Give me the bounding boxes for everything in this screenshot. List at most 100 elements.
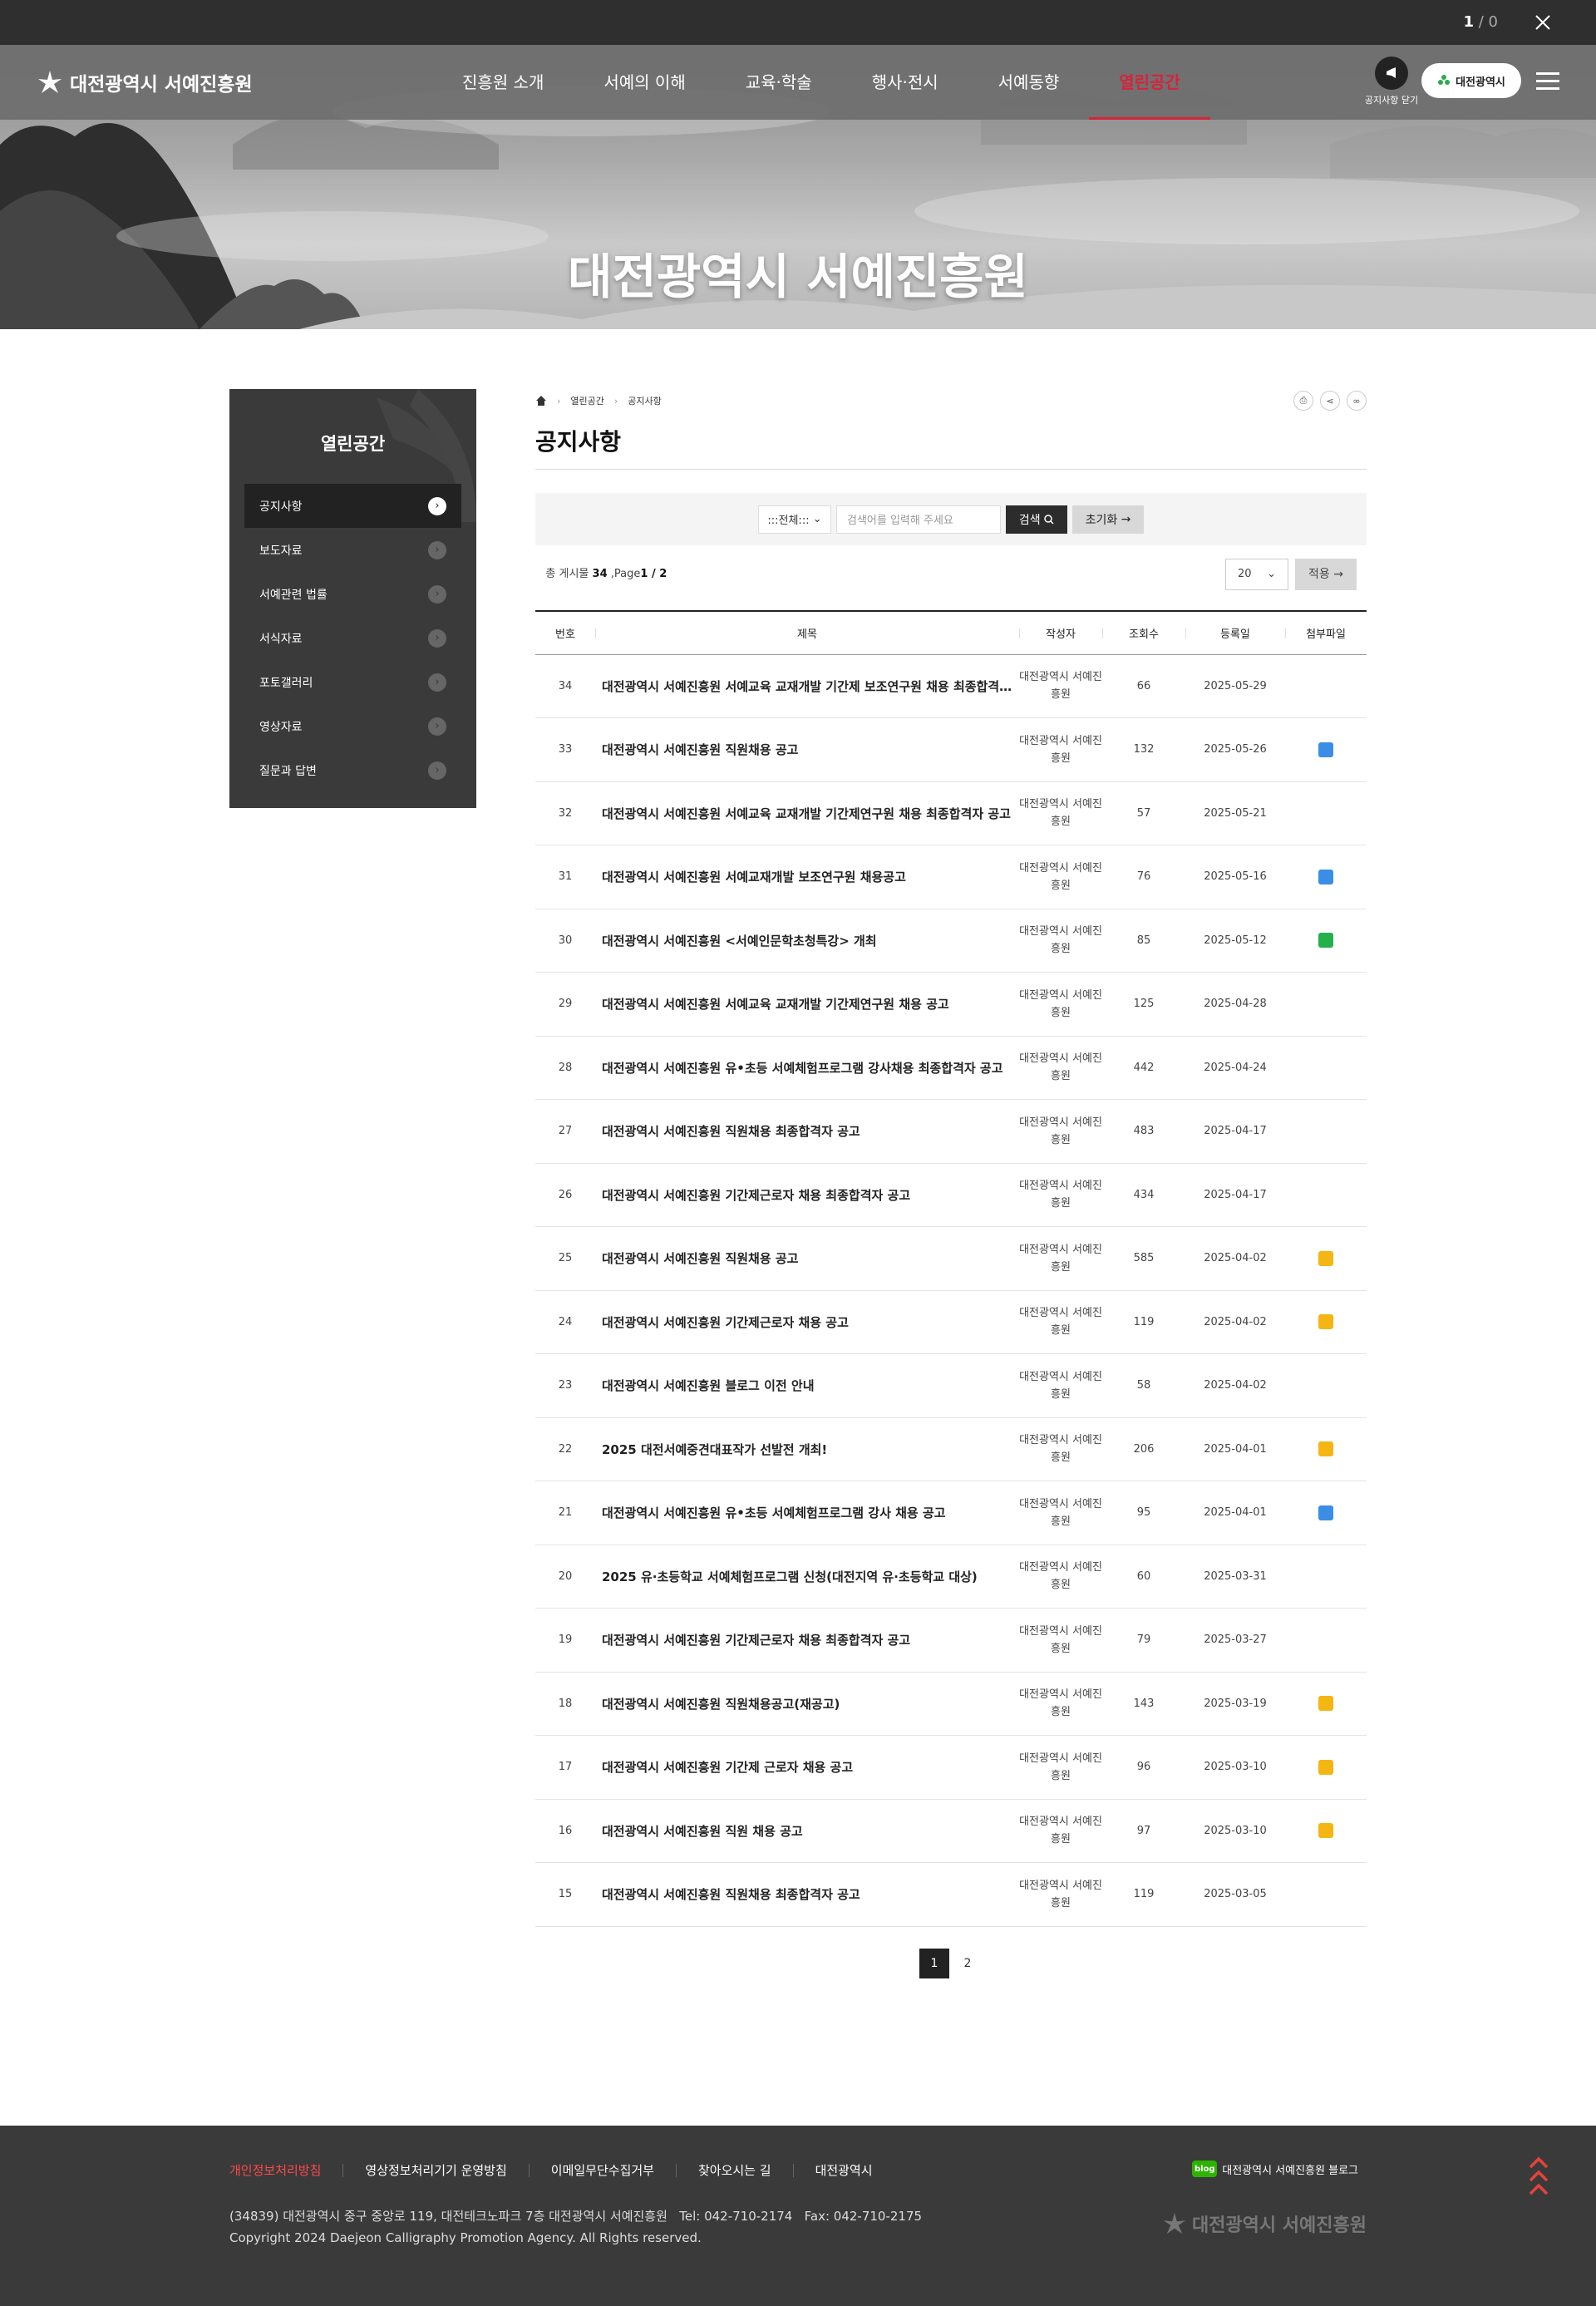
footer-link-directions[interactable]: 찾아오시는 길 [675, 2164, 793, 2177]
close-icon[interactable] [1531, 11, 1554, 34]
rows-per-page-select[interactable]: 20 ⌄ [1225, 559, 1288, 590]
blog-link[interactable]: blog 대전광역시 서예진흥원 블로그 [1192, 2161, 1358, 2177]
table-row[interactable]: 30 대전광역시 서예진흥원 <서예인문학초청특강> 개최 대전광역시 서예진흥원 8… [535, 909, 1367, 973]
row-views: 585 [1102, 1226, 1185, 1291]
footer-link-privacy[interactable]: 개인정보처리방침 [229, 2164, 342, 2177]
doc-file-icon[interactable] [1318, 1823, 1333, 1839]
hwp-file-icon[interactable] [1318, 742, 1333, 757]
row-views: 85 [1102, 909, 1185, 973]
table-row[interactable]: 28 대전광역시 서예진흥원 유•초등 서예체험프로그램 강사채용 최종합격자 공… [535, 1036, 1367, 1100]
nav-item-trends[interactable]: 서예동향 [968, 45, 1090, 120]
reset-button[interactable]: 초기화 → [1072, 505, 1144, 534]
share-icon[interactable]: ⋖ [1320, 391, 1340, 411]
nav-item-about[interactable]: 진흥원 소개 [432, 45, 574, 120]
nav-item-events[interactable]: 행사·전시 [842, 45, 968, 120]
xls-file-icon[interactable] [1318, 933, 1333, 949]
breadcrumb-item[interactable]: 열린공간 [570, 394, 603, 407]
side-nav-item-photo[interactable]: 포토갤러리 › [244, 660, 461, 704]
table-row[interactable]: 27 대전광역시 서예진흥원 직원채용 최종합격자 공고 대전광역시 서예진흥원 48… [535, 1099, 1367, 1164]
doc-file-icon[interactable] [1318, 1250, 1333, 1266]
doc-file-icon[interactable] [1318, 1759, 1333, 1775]
side-nav-item-notice[interactable]: 공지사항 › [244, 484, 461, 528]
table-row[interactable]: 23 대전광역시 서예진흥원 블로그 이전 안내 대전광역시 서예진흥원 58 2025… [535, 1353, 1367, 1418]
row-title[interactable]: 대전광역시 서예진흥원 직원채용 공고 [595, 717, 1019, 782]
side-nav-item-forms[interactable]: 서식자료 › [244, 616, 461, 660]
list-info: 총 게시물 34 ,Page1 / 2 20 ⌄ 적용 → [535, 559, 1367, 590]
link-icon[interactable]: ∞ [1347, 391, 1367, 411]
print-icon[interactable]: ⎙ [1293, 391, 1313, 411]
row-title[interactable]: 대전광역시 서예진흥원 서예교육 교재개발 기간제연구원 채용 공고 [595, 972, 1019, 1037]
side-nav-item-press[interactable]: 보도자료 › [244, 528, 461, 572]
row-title[interactable]: 대전광역시 서예진흥원 서예교육 교재개발 기간제 보조연구원 채용 최종합격자… [595, 654, 1019, 718]
row-title[interactable]: 대전광역시 서예진흥원 블로그 이전 안내 [595, 1353, 1019, 1418]
row-title[interactable]: 대전광역시 서예진흥원 기간제근로자 채용 최종합격자 공고 [595, 1163, 1019, 1227]
table-row[interactable]: 22 2025 대전서예중견대표작가 선발전 개최! 대전광역시 서예진흥원 206 2… [535, 1417, 1367, 1481]
table-row[interactable]: 32 대전광역시 서예진흥원 서예교육 교재개발 기간제연구원 채용 최종합격자 … [535, 781, 1367, 845]
row-title[interactable]: 대전광역시 서예진흥원 직원채용 공고 [595, 1226, 1019, 1291]
nav-item-understanding[interactable]: 서예의 이해 [574, 45, 715, 120]
doc-file-icon[interactable] [1318, 1314, 1333, 1330]
table-row[interactable]: 33 대전광역시 서예진흥원 직원채용 공고 대전광역시 서예진흥원 132 2025-… [535, 717, 1367, 782]
col-header-no: 번호 [535, 611, 595, 655]
row-title[interactable]: 대전광역시 서예진흥원 기간제근로자 채용 최종합격자 공고 [595, 1608, 1019, 1673]
notice-close-button[interactable]: 공지사항 닫기 [1358, 57, 1425, 106]
row-writer: 대전광역시 서예진흥원 [1019, 1353, 1102, 1418]
hwp-file-icon[interactable] [1318, 869, 1333, 884]
doc-file-icon[interactable] [1318, 1441, 1333, 1457]
table-row[interactable]: 26 대전광역시 서예진흥원 기간제근로자 채용 최종합격자 공고 대전광역시 서예… [535, 1163, 1367, 1227]
total-count: 34 [592, 568, 608, 580]
row-title[interactable]: 대전광역시 서예진흥원 유•초등 서예체험프로그램 강사 채용 공고 [595, 1481, 1019, 1545]
apply-button[interactable]: 적용 → [1295, 559, 1357, 590]
table-row[interactable]: 16 대전광역시 서예진흥원 직원 채용 공고 대전광역시 서예진흥원 97 2025-… [535, 1799, 1367, 1863]
page-button[interactable]: 1 [919, 1948, 949, 1978]
table-row[interactable]: 24 대전광역시 서예진흥원 기간제근로자 채용 공고 대전광역시 서예진흥원 119… [535, 1290, 1367, 1354]
row-writer: 대전광역시 서예진흥원 [1019, 781, 1102, 845]
row-title[interactable]: 대전광역시 서예진흥원 유•초등 서예체험프로그램 강사채용 최종합격자 공고 [595, 1036, 1019, 1100]
page-button[interactable]: 2 [953, 1949, 983, 1978]
home-icon[interactable] [535, 395, 547, 407]
site-logo[interactable]: 대전광역시 서예진흥원 [37, 68, 253, 96]
table-row[interactable]: 21 대전광역시 서예진흥원 유•초등 서예체험프로그램 강사 채용 공고 대전광역… [535, 1481, 1367, 1545]
row-title[interactable]: 대전광역시 서예진흥원 기간제근로자 채용 공고 [595, 1290, 1019, 1354]
doc-file-icon[interactable] [1318, 1696, 1333, 1712]
search-category-select[interactable]: :::전체::: ⌄ [758, 505, 831, 534]
table-row[interactable]: 25 대전광역시 서예진흥원 직원채용 공고 대전광역시 서예진흥원 585 2025-… [535, 1226, 1367, 1291]
table-row[interactable]: 17 대전광역시 서예진흥원 기간제 근로자 채용 공고 대전광역시 서예진흥원 96… [535, 1735, 1367, 1800]
row-attachment [1285, 909, 1367, 973]
row-title[interactable]: 2025 유·초등학교 서예체험프로그램 신청(대전지역 유·초등학교 대상) [595, 1545, 1019, 1609]
table-row[interactable]: 18 대전광역시 서예진흥원 직원채용공고(재공고) 대전광역시 서예진흥원 143 2… [535, 1672, 1367, 1736]
table-row[interactable]: 29 대전광역시 서예진흥원 서예교육 교재개발 기간제연구원 채용 공고 대전광역… [535, 972, 1367, 1037]
footer-link-daejeon[interactable]: 대전광역시 [792, 2164, 894, 2177]
row-title[interactable]: 대전광역시 서예진흥원 서예교재개발 보조연구원 채용공고 [595, 845, 1019, 909]
row-title[interactable]: 대전광역시 서예진흥원 서예교육 교재개발 기간제연구원 채용 최종합격자 공고 [595, 781, 1019, 845]
row-title[interactable]: 대전광역시 서예진흥원 기간제 근로자 채용 공고 [595, 1735, 1019, 1800]
side-nav-item-video[interactable]: 영상자료 › [244, 704, 461, 748]
row-number: 27 [535, 1099, 595, 1164]
side-nav-item-law[interactable]: 서예관련 법률 › [244, 572, 461, 616]
row-title[interactable]: 대전광역시 서예진흥원 직원채용 최종합격자 공고 [595, 1099, 1019, 1164]
table-row[interactable]: 15 대전광역시 서예진흥원 직원채용 최종합격자 공고 대전광역시 서예진흥원 11… [535, 1862, 1367, 1927]
nav-item-open-space[interactable]: 열린공간 [1089, 45, 1210, 120]
table-row[interactable]: 31 대전광역시 서예진흥원 서예교재개발 보조연구원 채용공고 대전광역시 서예진… [535, 845, 1367, 909]
row-title[interactable]: 2025 대전서예중견대표작가 선발전 개최! [595, 1417, 1019, 1481]
row-title[interactable]: 대전광역시 서예진흥원 직원채용공고(재공고) [595, 1672, 1019, 1736]
row-attachment [1285, 1036, 1367, 1100]
footer-link-email[interactable]: 이메일무단수집거부 [528, 2164, 676, 2177]
nav-item-education[interactable]: 교육·학술 [716, 45, 842, 120]
row-title[interactable]: 대전광역시 서예진흥원 직원채용 최종합격자 공고 [595, 1862, 1019, 1927]
footer-link-cctv[interactable]: 영상정보처리기기 운영방침 [342, 2164, 528, 2177]
chevron-right-icon: › [428, 496, 446, 515]
scroll-top-icon[interactable] [1528, 2156, 1549, 2199]
row-title[interactable]: 대전광역시 서예진흥원 <서예인문학초청특강> 개최 [595, 909, 1019, 973]
daejeon-city-button[interactable]: 대전광역시 [1421, 63, 1521, 98]
breadcrumb-item[interactable]: 공지사항 [628, 394, 661, 407]
row-title[interactable]: 대전광역시 서예진흥원 직원 채용 공고 [595, 1799, 1019, 1863]
search-input[interactable]: 검색어를 입력해 주세요 [836, 505, 1001, 534]
search-button[interactable]: 검색 [1006, 505, 1067, 534]
table-row[interactable]: 34 대전광역시 서예진흥원 서예교육 교재개발 기간제 보조연구원 채용 최종합… [535, 654, 1367, 718]
table-row[interactable]: 20 2025 유·초등학교 서예체험프로그램 신청(대전지역 유·초등학교 대상… [535, 1545, 1367, 1609]
hamburger-menu-icon[interactable] [1536, 72, 1559, 91]
side-nav-item-qna[interactable]: 질문과 답변 › [244, 748, 461, 792]
table-row[interactable]: 19 대전광역시 서예진흥원 기간제근로자 채용 최종합격자 공고 대전광역시 서예… [535, 1608, 1367, 1673]
hwp-file-icon[interactable] [1318, 1505, 1333, 1520]
